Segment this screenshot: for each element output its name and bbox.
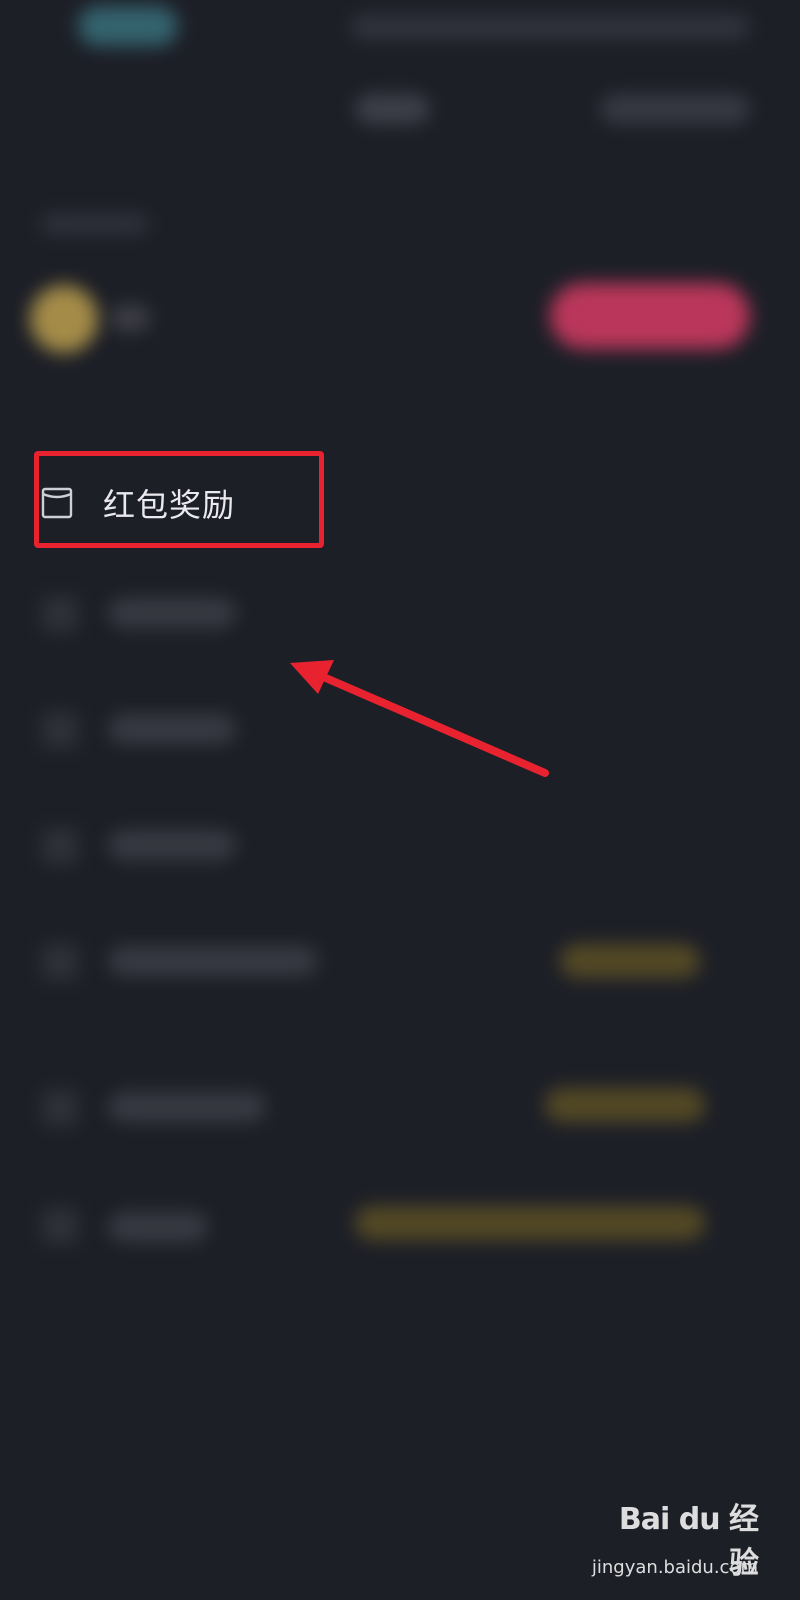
blurred-nav-item[interactable] [355,94,430,124]
blurred-menu-item[interactable] [108,598,236,628]
blurred-menu-item[interactable] [108,1212,208,1242]
blurred-menu-item[interactable] [108,1092,266,1122]
blurred-action-button[interactable] [550,283,750,349]
baidu-jingyan-watermark: Bai du 经验 jingyan.baidu.com [592,1458,759,1581]
blurred-menu-icon [42,944,78,980]
avatar[interactable] [30,285,98,353]
blurred-app-logo [78,6,178,46]
blurred-menu-item[interactable] [108,830,236,860]
annotation-arrow [290,660,549,777]
blurred-menu-icon [42,1090,78,1126]
highlight-annotation-box [34,451,324,548]
blurred-user-name [110,305,150,331]
blurred-menu-item[interactable] [108,714,236,744]
watermark-url: jingyan.baidu.com [591,1557,758,1578]
blurred-menu-value [355,1206,705,1240]
blurred-menu-item[interactable] [108,946,318,976]
blurred-header-text [350,14,750,40]
blurred-menu-value [560,944,700,978]
blurred-nav-item[interactable] [600,94,750,124]
blurred-menu-icon [42,596,78,632]
blurred-menu-icon [42,712,78,748]
blurred-menu-icon [42,1208,78,1244]
blurred-menu-value [545,1088,705,1122]
blurred-menu-icon [42,828,78,864]
blurred-section-label [40,213,150,235]
